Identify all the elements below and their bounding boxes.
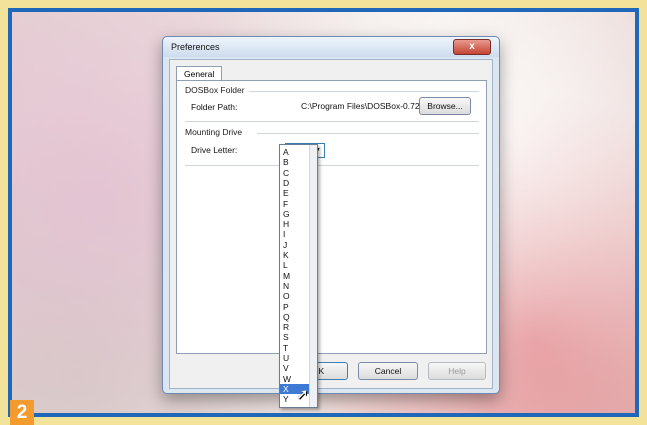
screenshot-frame: Preferences x General DOSBox Folder Fold… <box>8 8 639 417</box>
browse-button[interactable]: Browse... <box>419 97 471 115</box>
preferences-dialog: Preferences x General DOSBox Folder Fold… <box>162 36 500 394</box>
dosbox-folder-group-title: DOSBox Folder <box>185 85 245 95</box>
folder-path-value: C:\Program Files\DOSBox-0.72 <box>301 101 420 111</box>
dialog-client: General DOSBox Folder Folder Path: C:\Pr… <box>169 59 493 389</box>
dialog-title: Preferences <box>171 42 220 52</box>
drive-letter-label: Drive Letter: <box>191 145 238 155</box>
mouse-cursor-icon: ➚ <box>296 386 309 403</box>
help-button[interactable]: Help <box>428 362 486 380</box>
folder-path-label: Folder Path: <box>191 102 238 112</box>
group-divider <box>257 133 479 134</box>
tab-general[interactable]: General <box>176 66 223 81</box>
cancel-button[interactable]: Cancel <box>358 362 418 380</box>
dropdown-scrollbar[interactable] <box>309 145 317 407</box>
close-button[interactable]: x <box>453 39 491 55</box>
drive-letter-dropdown-list: ABCDEFGHIJKLMNOPQRSTUVWXY <box>279 144 318 408</box>
mounting-drive-group-title: Mounting Drive <box>185 127 246 137</box>
dialog-titlebar: Preferences x <box>163 37 499 57</box>
group-divider <box>185 165 479 166</box>
general-tab-panel: DOSBox Folder Folder Path: C:\Program Fi… <box>176 80 487 354</box>
close-icon: x <box>469 41 475 52</box>
step-number-badge: 2 <box>10 400 34 425</box>
group-divider <box>185 121 479 122</box>
group-divider <box>249 91 479 92</box>
